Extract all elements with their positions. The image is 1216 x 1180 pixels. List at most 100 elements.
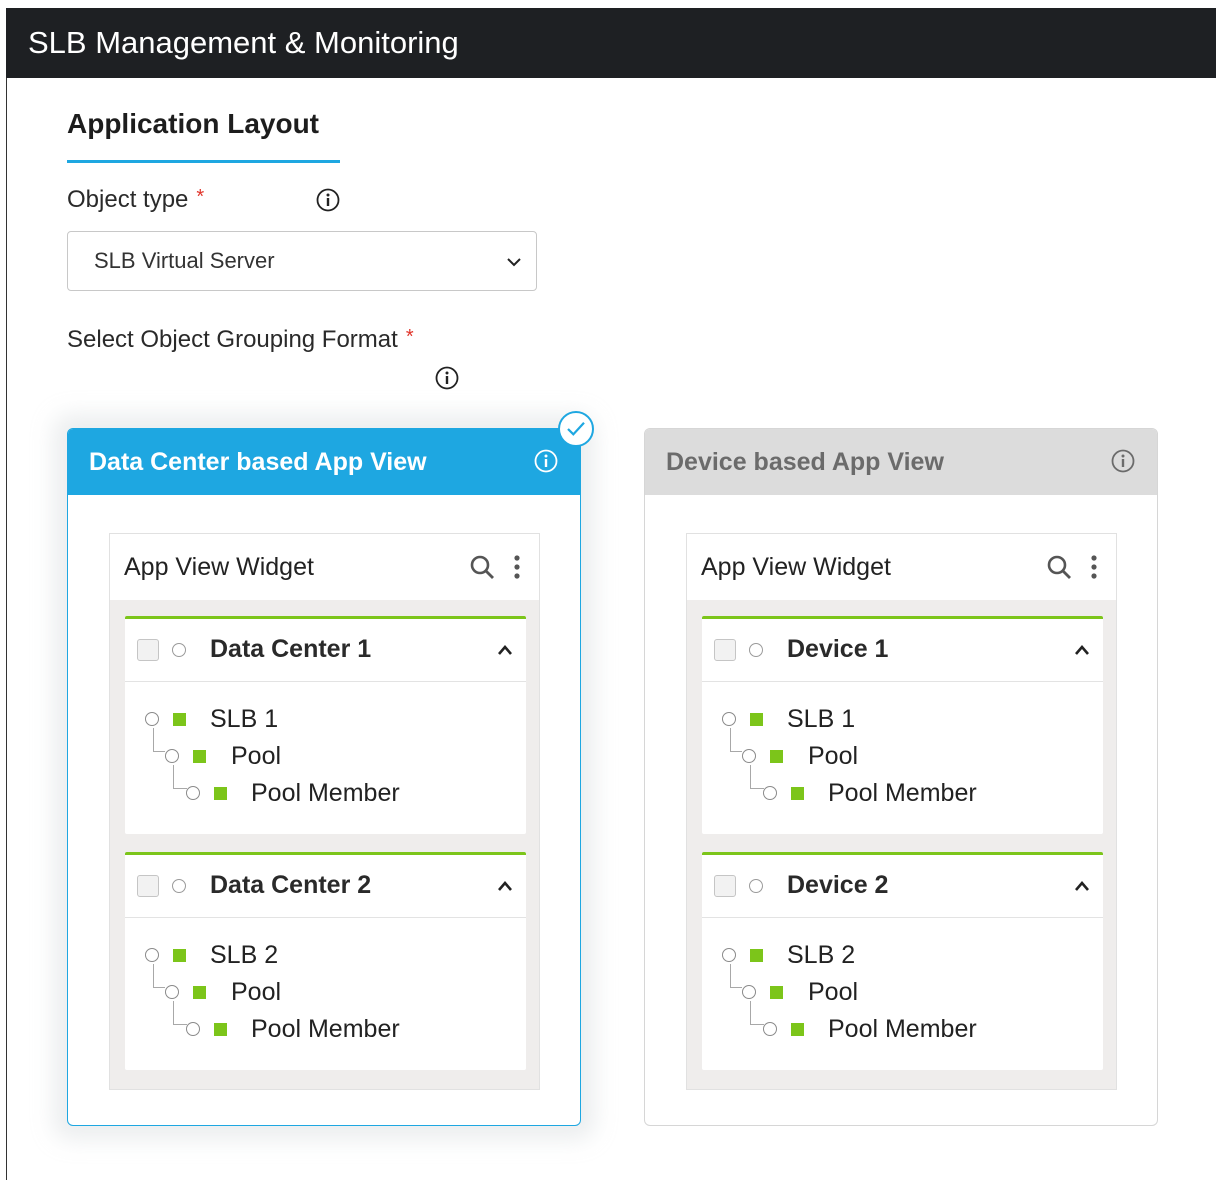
device-app-view-card[interactable]: Device based App View App View Widget De… — [644, 428, 1158, 1126]
tree-connector — [173, 765, 187, 789]
status-circle-icon — [186, 1022, 200, 1036]
group-header[interactable]: Device 1 — [702, 619, 1103, 682]
search-icon[interactable] — [469, 554, 495, 580]
chevron-up-icon[interactable] — [1073, 879, 1091, 893]
tree-connector — [750, 765, 764, 789]
widget-title: App View Widget — [124, 553, 314, 581]
status-circle-icon — [763, 1022, 777, 1036]
tree-node-label: Pool — [231, 742, 282, 770]
tree-connector — [153, 728, 165, 752]
tree-connector — [173, 1001, 187, 1025]
info-icon[interactable] — [1111, 449, 1135, 473]
group-checkbox[interactable] — [714, 639, 736, 661]
tree-connector — [153, 964, 165, 988]
data-center-app-view-card[interactable]: Data Center based App View App View Widg… — [67, 411, 594, 1126]
status-circle-icon — [722, 948, 736, 962]
object-tree: SLB 2 Pool Pool Member — [702, 918, 1103, 1070]
status-square-icon — [214, 1023, 227, 1036]
status-square-icon — [770, 750, 783, 763]
object-tree: SLB 1 Pool Pool Member — [125, 682, 526, 834]
section-title-underline — [67, 160, 340, 163]
group-header[interactable]: Data Center 2 — [125, 855, 526, 918]
group-panel: Data Center 2 SLB 2 Pool Pool Member — [125, 852, 526, 1070]
tree-connector — [730, 964, 742, 988]
status-circle-icon — [165, 749, 179, 763]
app-title-bar: SLB Management & Monitoring — [6, 8, 1216, 78]
status-circle-icon — [763, 786, 777, 800]
search-icon[interactable] — [1046, 554, 1072, 580]
status-circle-icon — [749, 879, 763, 893]
info-icon[interactable] — [435, 366, 459, 390]
chevron-up-icon[interactable] — [496, 643, 514, 657]
group-title: Data Center 1 — [210, 635, 372, 663]
object-type-selected-value: SLB Virtual Server — [94, 248, 275, 273]
status-circle-icon — [742, 985, 756, 999]
status-circle-icon — [145, 712, 159, 726]
status-circle-icon — [165, 985, 179, 999]
status-circle-icon — [749, 643, 763, 657]
status-square-icon — [750, 949, 763, 962]
status-circle-icon — [172, 879, 186, 893]
status-circle-icon — [186, 786, 200, 800]
object-type-label-text: Object type — [67, 186, 189, 213]
status-square-icon — [173, 713, 186, 726]
group-title: Device 1 — [787, 635, 889, 663]
status-square-icon — [193, 750, 206, 763]
tree-node-label: Pool — [231, 978, 282, 1006]
status-square-icon — [791, 787, 804, 800]
object-tree: SLB 1 Pool Pool Member — [702, 682, 1103, 834]
status-square-icon — [770, 986, 783, 999]
tree-node-label: SLB 1 — [787, 705, 856, 733]
group-checkbox[interactable] — [137, 639, 159, 661]
tree-connector — [750, 1001, 764, 1025]
status-square-icon — [173, 949, 186, 962]
card-header: Device based App View — [645, 429, 1157, 495]
section-title: Application Layout — [67, 108, 319, 139]
object-tree: SLB 2 Pool Pool Member — [125, 918, 526, 1070]
app-view-widget: App View Widget Data Center 1 SLB 1 Pool… — [109, 533, 540, 1090]
widget-header: App View Widget — [687, 534, 1116, 600]
more-options-icon[interactable] — [1090, 554, 1098, 580]
info-icon[interactable] — [534, 449, 558, 473]
status-circle-icon — [742, 749, 756, 763]
status-square-icon — [193, 986, 206, 999]
status-circle-icon — [722, 712, 736, 726]
group-header[interactable]: Device 2 — [702, 855, 1103, 918]
chevron-up-icon[interactable] — [1073, 643, 1091, 657]
card-title: Device based App View — [666, 448, 944, 476]
required-asterisk: * — [196, 186, 205, 208]
status-circle-icon — [172, 643, 186, 657]
tree-node-label: Pool Member — [251, 1015, 400, 1043]
group-title: Device 2 — [787, 871, 889, 899]
card-header: Data Center based App View — [68, 429, 580, 495]
group-panel: Device 1 SLB 1 Pool Pool Member — [702, 616, 1103, 834]
status-square-icon — [791, 1023, 804, 1036]
status-square-icon — [214, 787, 227, 800]
status-square-icon — [750, 713, 763, 726]
app-title: SLB Management & Monitoring — [28, 25, 459, 60]
card-title: Data Center based App View — [89, 448, 427, 476]
chevron-down-icon — [507, 258, 521, 267]
object-type-label: Object type * — [67, 186, 204, 214]
status-circle-icon — [145, 948, 159, 962]
group-title: Data Center 2 — [210, 871, 372, 899]
group-header[interactable]: Data Center 1 — [125, 619, 526, 682]
app-view-widget: App View Widget Device 1 SLB 1 Pool Pool… — [686, 533, 1117, 1090]
chevron-up-icon[interactable] — [496, 879, 514, 893]
tree-node-label: Pool Member — [828, 779, 977, 807]
selected-check-icon — [558, 411, 594, 447]
group-checkbox[interactable] — [137, 875, 159, 897]
more-options-icon[interactable] — [513, 554, 521, 580]
group-checkbox[interactable] — [714, 875, 736, 897]
tree-node-label: Pool — [808, 978, 859, 1006]
group-panel: Device 2 SLB 2 Pool Pool Member — [702, 852, 1103, 1070]
object-type-select[interactable]: SLB Virtual Server — [67, 231, 537, 291]
widget-header: App View Widget — [110, 534, 539, 600]
required-asterisk: * — [405, 326, 414, 348]
widget-title: App View Widget — [701, 553, 891, 581]
tree-node-label: SLB 1 — [210, 705, 279, 733]
tree-node-label: Pool — [808, 742, 859, 770]
group-panel: Data Center 1 SLB 1 Pool Pool Member — [125, 616, 526, 834]
tree-node-label: SLB 2 — [787, 941, 856, 969]
info-icon[interactable] — [316, 188, 340, 212]
